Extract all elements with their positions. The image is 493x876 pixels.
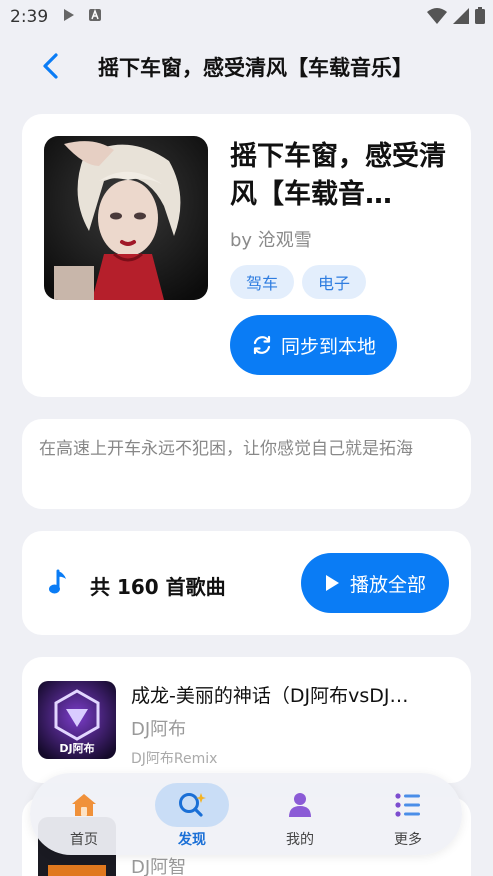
song-album: DJ阿布Remix [131, 751, 218, 767]
more-icon [395, 793, 420, 817]
back-button[interactable] [34, 50, 66, 82]
chevron-left-icon [43, 53, 58, 79]
sync-to-local-button[interactable]: 同步到本地 [230, 315, 397, 375]
tag-list: 驾车 电子 [230, 265, 367, 299]
tag-chip[interactable]: 电子 [302, 265, 367, 299]
album-title: 摇下车窗，感受清风【车载音… [230, 141, 446, 210]
bottom-navigation: 首页 发现 我的 更多 [30, 773, 462, 855]
song-cover-label: DJ阿布 [59, 741, 94, 755]
status-bar: 2:39 [0, 0, 493, 34]
nav-label: 首页 [70, 832, 98, 848]
list-item[interactable]: DJ阿布 成龙-美丽的神话（DJ阿布vsDJ… DJ阿布 DJ阿布Remix [22, 657, 471, 783]
song-title: 成龙-美丽的神话（DJ阿布vsDJ… [131, 685, 409, 707]
nav-item-home[interactable]: 首页 [38, 773, 130, 855]
app-notification-icon [88, 7, 102, 27]
album-info-card: 摇下车窗，感受清风【车载音… by 沧观雪 驾车 电子 同步到本地 [22, 114, 471, 397]
music-note-icon [48, 569, 68, 599]
status-time: 2:39 [10, 7, 49, 27]
song-artist: DJ阿布 [131, 719, 187, 740]
profile-icon [289, 793, 311, 817]
home-icon [72, 794, 96, 816]
song-cover-image: DJ阿布 [38, 681, 116, 759]
description-card: 在高速上开车永远不犯困，让你感觉自己就是拓海 [22, 419, 471, 509]
song-count: 共 160 首歌曲 [90, 575, 226, 599]
nav-item-profile[interactable]: 我的 [254, 773, 346, 855]
song-count-card: 共 160 首歌曲 播放全部 [22, 531, 471, 635]
album-author: by 沧观雪 [230, 230, 312, 251]
play-all-label: 播放全部 [349, 573, 426, 596]
wifi-icon [427, 7, 447, 29]
discover-icon [179, 793, 206, 817]
nav-label: 更多 [394, 832, 422, 848]
sync-icon [253, 335, 271, 355]
media-play-icon [62, 7, 76, 27]
battery-icon [475, 7, 485, 29]
album-cover-image [44, 136, 208, 300]
album-description: 在高速上开车永远不犯困，让你感觉自己就是拓海 [39, 439, 413, 459]
nav-item-discover[interactable]: 发现 [146, 773, 238, 855]
play-icon [325, 575, 339, 591]
sync-button-label: 同步到本地 [280, 335, 376, 358]
nav-label: 我的 [286, 832, 314, 848]
song-artist: DJ阿智 [131, 857, 187, 876]
header: 摇下车窗，感受清风【车载音乐】 [0, 40, 493, 92]
signal-icon [453, 7, 469, 29]
page-title: 摇下车窗，感受清风【车载音乐】 [98, 56, 413, 80]
nav-item-more[interactable]: 更多 [362, 773, 454, 855]
nav-label: 发现 [178, 832, 206, 848]
tag-chip[interactable]: 驾车 [230, 265, 295, 299]
play-all-button[interactable]: 播放全部 [301, 553, 449, 613]
